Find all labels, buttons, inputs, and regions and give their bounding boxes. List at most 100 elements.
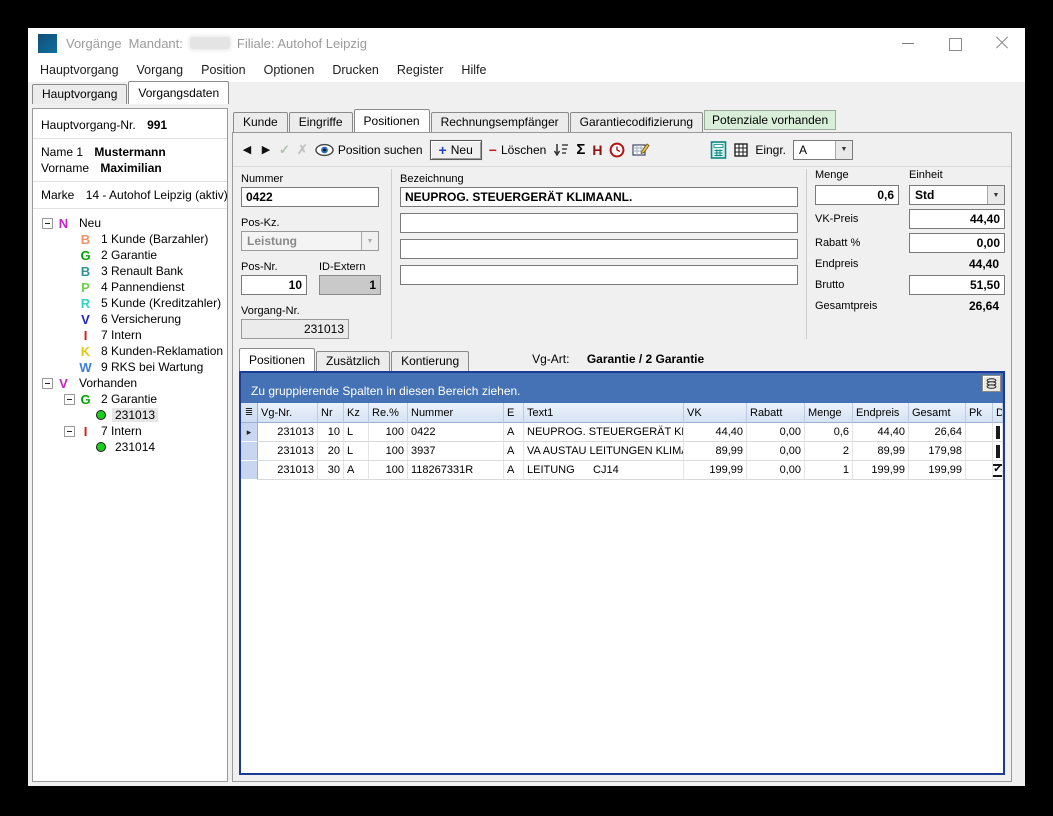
eingr-select[interactable]: A ▼ <box>793 140 853 160</box>
tab-kontierung[interactable]: Kontierung <box>391 351 469 371</box>
menu-position[interactable]: Position <box>192 60 254 80</box>
tree-item-vorgang-231014[interactable]: 231014 <box>41 439 219 455</box>
cell-nummer[interactable]: 0422 <box>408 423 504 442</box>
tree-item-vorgang-231013[interactable]: 231013 <box>41 407 219 423</box>
col-endpreis[interactable]: Endpreis <box>853 403 909 423</box>
cell-gesamt[interactable]: 199,99 <box>909 461 966 480</box>
cell-nr[interactable]: 30 <box>318 461 344 480</box>
row-selector[interactable] <box>241 423 258 442</box>
close-icon[interactable] <box>995 36 1009 50</box>
tree-item-rks-bei-wartung[interactable]: W 9 RKS bei Wartung <box>41 359 219 375</box>
menge-input[interactable]: 0,6 <box>815 185 899 205</box>
tree-item-vorhanden[interactable]: V Vorhanden <box>41 375 219 391</box>
column-chooser-icon[interactable]: ≣ <box>241 403 258 423</box>
tab-eingriffe[interactable]: Eingriffe <box>289 112 353 132</box>
row-selector[interactable] <box>241 442 258 461</box>
menu-hilfe[interactable]: Hilfe <box>452 60 495 80</box>
loeschen-button[interactable]: − Löschen <box>489 143 547 157</box>
cell-vk[interactable]: 89,99 <box>684 442 747 461</box>
previous-record-icon[interactable]: ◀ <box>241 143 253 156</box>
tab-zusaetzlich[interactable]: Zusätzlich <box>316 351 390 371</box>
calculator-icon[interactable] <box>710 141 727 159</box>
cell-kz[interactable]: L <box>344 442 369 461</box>
tree-item-vorhanden-intern[interactable]: I 7 Intern <box>41 423 219 439</box>
menu-hauptvorgang[interactable]: Hauptvorgang <box>31 60 128 80</box>
cell-e[interactable]: A <box>504 423 524 442</box>
einheit-select[interactable]: Std ▼ <box>909 185 1005 205</box>
menu-optionen[interactable]: Optionen <box>255 60 324 80</box>
tab-kunde[interactable]: Kunde <box>233 112 288 132</box>
clock-icon[interactable] <box>609 142 625 158</box>
confirm-icon[interactable]: ✓ <box>279 142 290 158</box>
tree-item-pannendienst[interactable]: P 4 Pannendienst <box>41 279 219 295</box>
cell-endpreis[interactable]: 89,99 <box>853 442 909 461</box>
cell-vk[interactable]: 44,40 <box>684 423 747 442</box>
cell-text1[interactable]: LEITUNG CJ14 <box>524 461 684 480</box>
col-text1[interactable]: Text1 <box>524 403 684 423</box>
col-rabatt[interactable]: Rabatt <box>747 403 805 423</box>
cancel-icon[interactable]: ✗ <box>297 142 308 158</box>
bezeichnung-input-4[interactable] <box>400 265 798 285</box>
tree-item-intern[interactable]: I 7 Intern <box>41 327 219 343</box>
cell-endpreis[interactable]: 199,99 <box>853 461 909 480</box>
cell-re-pct[interactable]: 100 <box>369 461 408 480</box>
tab-vorgangsdaten[interactable]: Vorgangsdaten <box>128 81 229 104</box>
grid-icon[interactable] <box>734 143 748 157</box>
cell-e[interactable]: A <box>504 442 524 461</box>
cell-re-pct[interactable]: 100 <box>369 442 408 461</box>
cell-text1[interactable]: NEUPROG. STEUERGERÄT KLIMAANL. <box>524 423 684 442</box>
cell-rabatt[interactable]: 0,00 <box>747 442 805 461</box>
col-re-pct[interactable]: Re.% <box>369 403 408 423</box>
col-nummer[interactable]: Nummer <box>408 403 504 423</box>
position-suchen-button[interactable]: Position suchen <box>315 143 423 157</box>
bezeichnung-input-3[interactable] <box>400 239 798 259</box>
tree-item-renault-bank[interactable]: B 3 Renault Bank <box>41 263 219 279</box>
tree-item-versicherung[interactable]: V 6 Versicherung <box>41 311 219 327</box>
tab-positionen[interactable]: Positionen <box>354 109 430 132</box>
chevron-down-icon[interactable]: ▼ <box>835 141 852 159</box>
minimize-icon[interactable] <box>901 36 915 50</box>
h-history-icon[interactable]: H <box>592 142 602 158</box>
bezeichnung-input-1[interactable]: NEUPROG. STEUERGERÄT KLIMAANL. <box>400 187 798 207</box>
table-row[interactable]: 231013 20 L 100 3937 A VA AUSTAU LEITUNG… <box>241 442 1003 461</box>
cell-rabatt[interactable]: 0,00 <box>747 461 805 480</box>
cell-text1[interactable]: VA AUSTAU LEITUNGEN KLIMAANL. <box>524 442 684 461</box>
cell-re-pct[interactable]: 100 <box>369 423 408 442</box>
cell-vk[interactable]: 199,99 <box>684 461 747 480</box>
nummer-input[interactable]: 0422 <box>241 187 379 207</box>
tree-item-kunden-reklamation[interactable]: K 8 Kunden-Reklamation <box>41 343 219 359</box>
d-checkbox[interactable] <box>996 426 1000 439</box>
neu-button[interactable]: + Neu <box>430 140 482 160</box>
cell-endpreis[interactable]: 44,40 <box>853 423 909 442</box>
collapse-icon[interactable] <box>64 394 75 405</box>
next-record-icon[interactable]: ▶ <box>260 143 272 156</box>
cell-menge[interactable]: 1 <box>805 461 853 480</box>
layout-stack-button[interactable] <box>982 375 1001 392</box>
cell-vg-nr[interactable]: 231013 <box>258 423 318 442</box>
cell-gesamt[interactable]: 26,64 <box>909 423 966 442</box>
cell-nummer[interactable]: 118267331R <box>408 461 504 480</box>
table-row[interactable]: 231013 30 A 100 118267331R A LEITUNG CJ1… <box>241 461 1003 480</box>
tree-item-kunde-barzahler[interactable]: B 1 Kunde (Barzahler) <box>41 231 219 247</box>
cell-kz[interactable]: L <box>344 423 369 442</box>
col-menge[interactable]: Menge <box>805 403 853 423</box>
cell-gesamt[interactable]: 179,98 <box>909 442 966 461</box>
col-vg-nr[interactable]: Vg-Nr. <box>258 403 318 423</box>
menu-drucken[interactable]: Drucken <box>323 60 388 80</box>
col-gesamt[interactable]: Gesamt <box>909 403 966 423</box>
tab-positionen-grid[interactable]: Positionen <box>239 348 315 371</box>
cell-e[interactable]: A <box>504 461 524 480</box>
cell-nummer[interactable]: 3937 <box>408 442 504 461</box>
vk-preis-input[interactable]: 44,40 <box>909 209 1005 229</box>
menu-vorgang[interactable]: Vorgang <box>128 60 193 80</box>
brutto-input[interactable]: 51,50 <box>909 275 1005 295</box>
cell-pk[interactable] <box>966 423 993 442</box>
cell-nr[interactable]: 20 <box>318 442 344 461</box>
tree-item-garantie[interactable]: G 2 Garantie <box>41 247 219 263</box>
row-selector[interactable] <box>241 461 258 480</box>
cell-pk[interactable] <box>966 442 993 461</box>
sort-icon[interactable] <box>553 143 569 157</box>
d-checkbox[interactable] <box>993 464 1003 477</box>
cell-menge[interactable]: 0,6 <box>805 423 853 442</box>
col-d[interactable]: D <box>993 403 1003 423</box>
